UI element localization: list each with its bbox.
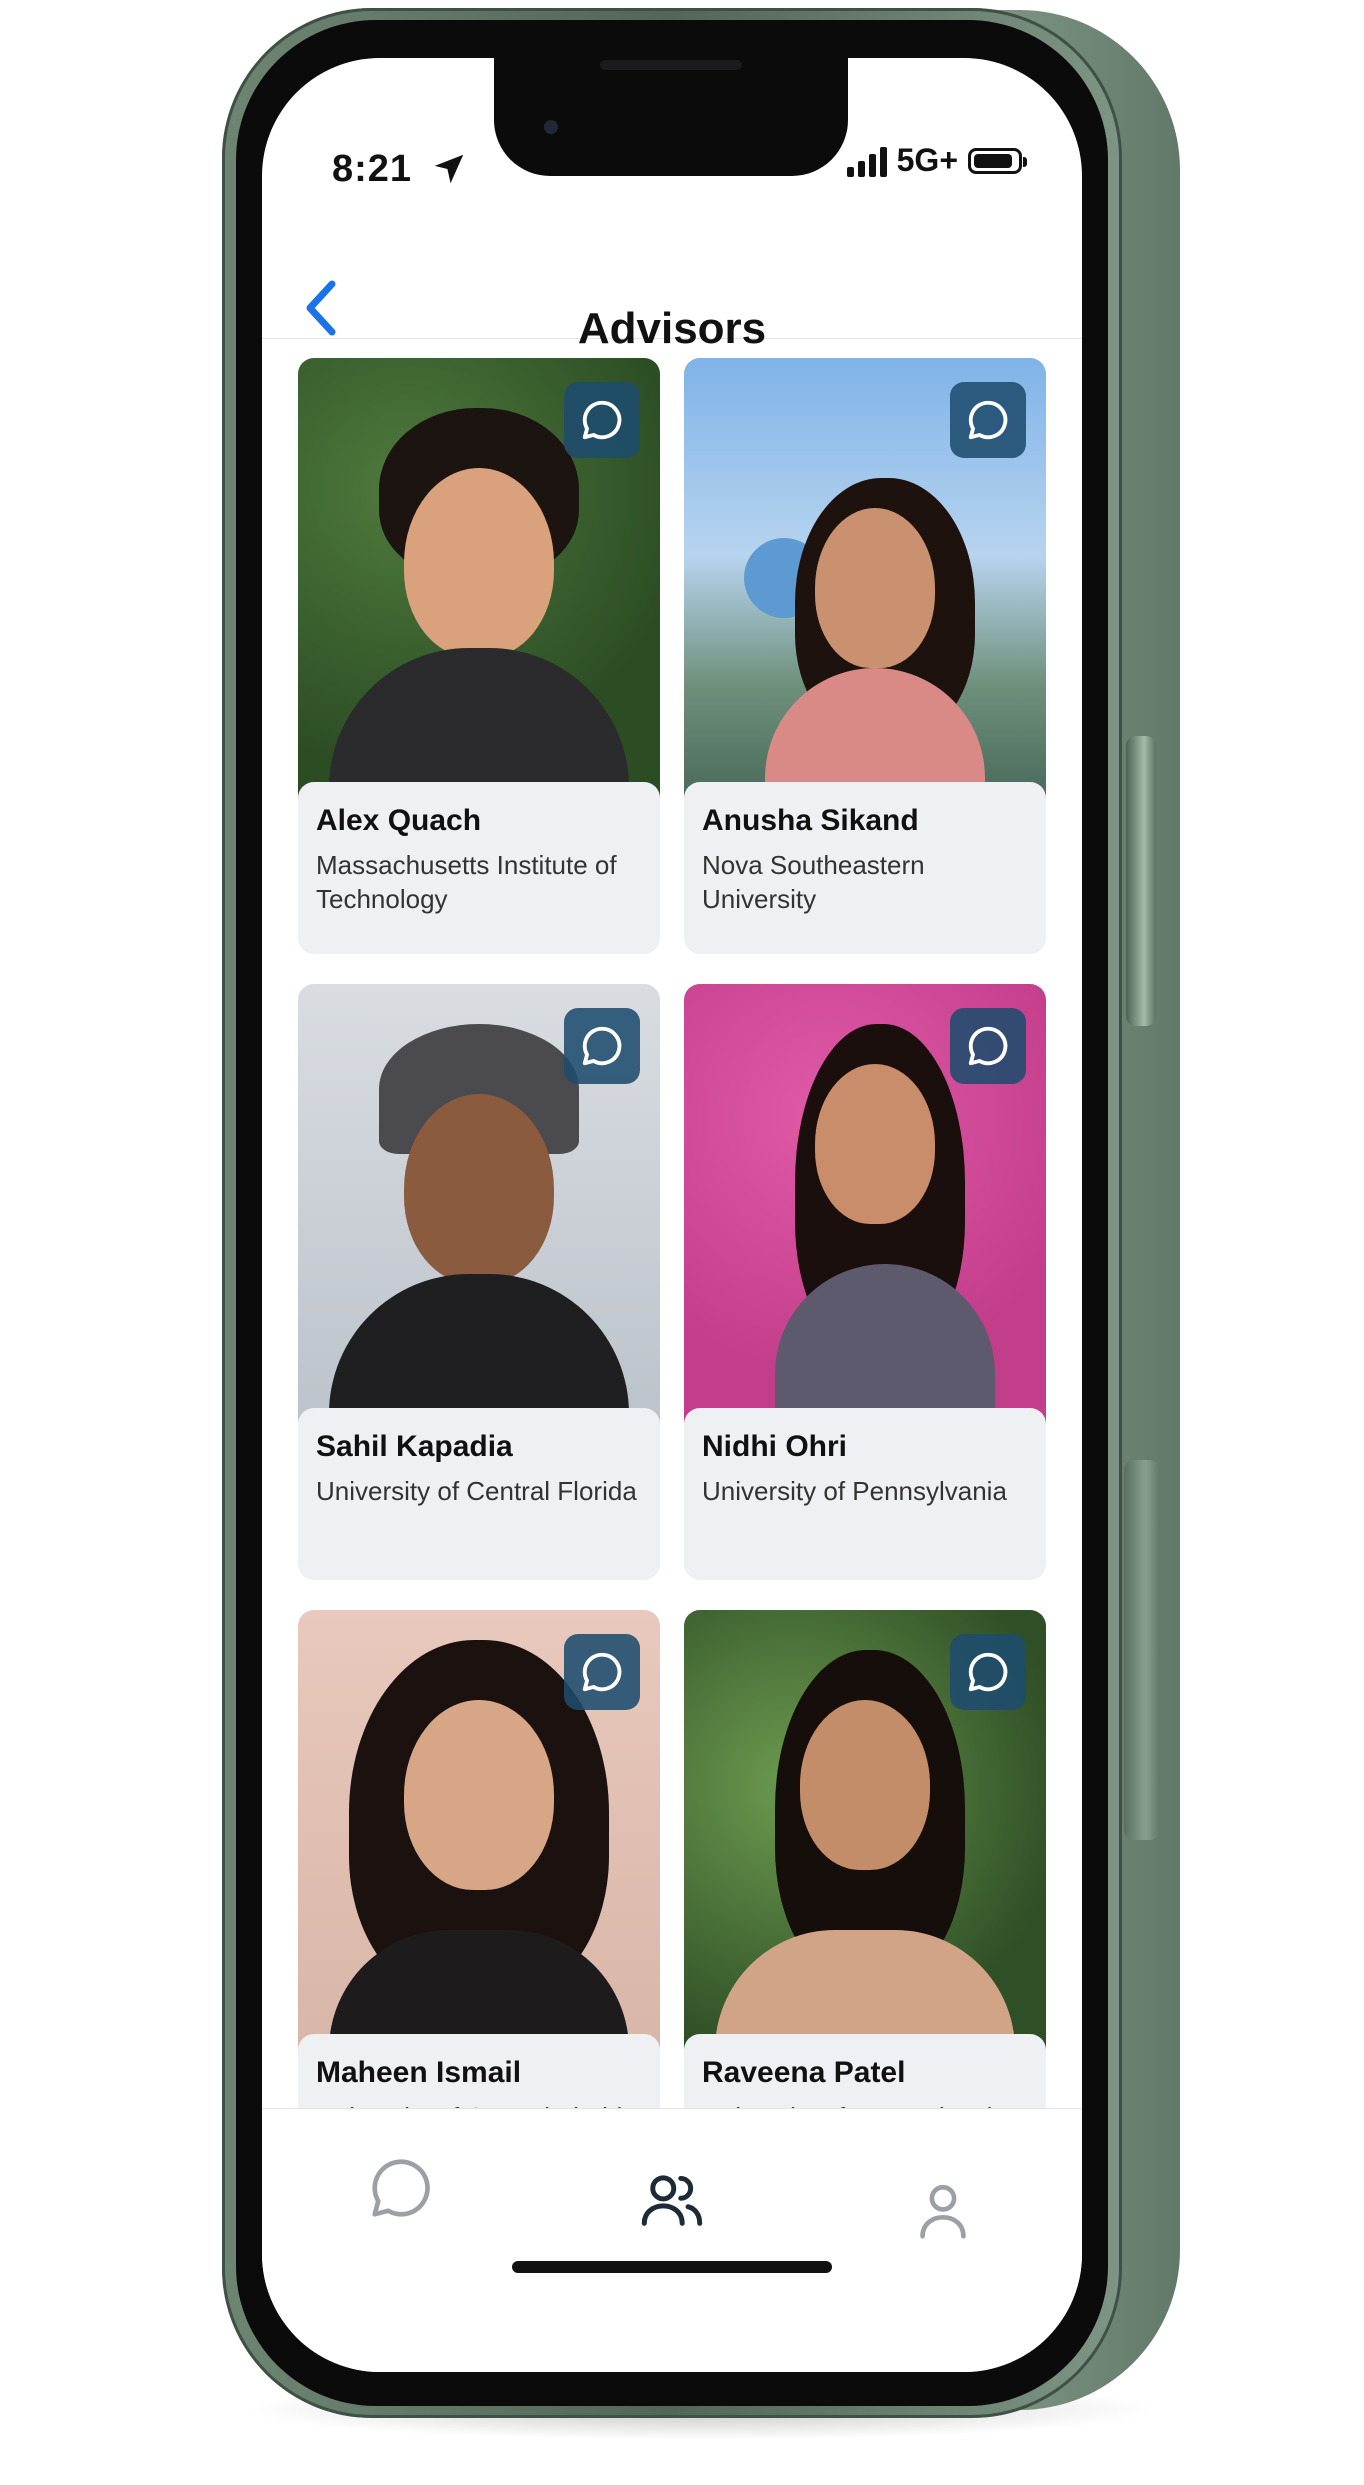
advisor-card[interactable]: Alex Quach Massachusetts Institute of Te… bbox=[298, 358, 660, 954]
advisor-name: Sahil Kapadia bbox=[316, 1430, 513, 1463]
chat-bubble-icon bbox=[968, 1652, 1008, 1692]
chat-bubble-icon bbox=[968, 400, 1008, 440]
advisor-school: Nova Southeastern University bbox=[702, 850, 925, 914]
advisor-school: University of Pennsylvania bbox=[702, 1476, 1007, 1506]
status-indicators: 5G+ bbox=[846, 142, 1027, 179]
network-type: 5G+ bbox=[896, 142, 958, 178]
advisor-school: University of Central Florida bbox=[316, 1476, 637, 1506]
front-camera bbox=[544, 120, 558, 134]
person-icon[interactable] bbox=[908, 2175, 978, 2245]
tab-bar bbox=[262, 2108, 1082, 2372]
cellular-signal-icon bbox=[846, 145, 887, 177]
advisor-name: Raveena Patel bbox=[702, 2056, 906, 2089]
message-button[interactable] bbox=[950, 1008, 1026, 1084]
page-title: Advisors bbox=[577, 304, 767, 353]
notch bbox=[494, 58, 848, 176]
message-button[interactable] bbox=[564, 1634, 640, 1710]
advisor-card[interactable]: Nidhi Ohri University of Pennsylvania bbox=[684, 984, 1046, 1580]
message-button[interactable] bbox=[564, 382, 640, 458]
location-arrow-icon bbox=[434, 154, 464, 184]
message-button[interactable] bbox=[950, 1634, 1026, 1710]
speaker-grille bbox=[600, 60, 742, 70]
advisor-grid: Alex Quach Massachusetts Institute of Te… bbox=[298, 358, 1046, 2206]
advisor-info: Alex Quach Massachusetts Institute of Te… bbox=[298, 782, 660, 954]
advisor-card[interactable]: Anusha Sikand Nova Southeastern Universi… bbox=[684, 358, 1046, 954]
advisor-name: Anusha Sikand bbox=[702, 804, 919, 837]
side-button-lower bbox=[1124, 1460, 1160, 1840]
advisor-name: Maheen Ismail bbox=[316, 2056, 522, 2089]
advisor-info: Nidhi Ohri University of Pennsylvania bbox=[684, 1408, 1046, 1580]
message-button[interactable] bbox=[564, 1008, 640, 1084]
device-mockup: 8:21 5G+ Advisors Alex Quach Massachuset… bbox=[0, 0, 1364, 2485]
navigation-bar: Advisors bbox=[262, 218, 1082, 353]
advisor-name: Nidhi Ohri bbox=[702, 1430, 847, 1463]
side-button bbox=[1126, 736, 1156, 1026]
chat-bubble-icon[interactable] bbox=[366, 2153, 436, 2223]
chat-bubble-icon bbox=[582, 1652, 622, 1692]
advisor-info: Anusha Sikand Nova Southeastern Universi… bbox=[684, 782, 1046, 954]
advisor-name: Alex Quach bbox=[316, 804, 482, 837]
app-screen: 8:21 5G+ Advisors Alex Quach Massachuset… bbox=[262, 58, 1082, 2372]
status-time: 8:21 bbox=[332, 148, 413, 190]
advisor-card[interactable]: Sahil Kapadia University of Central Flor… bbox=[298, 984, 660, 1580]
chat-bubble-icon bbox=[968, 1026, 1008, 1066]
people-icon[interactable] bbox=[637, 2165, 707, 2235]
advisor-school: Massachusetts Institute of Technology bbox=[316, 850, 617, 914]
home-indicator[interactable] bbox=[512, 2261, 832, 2273]
message-button[interactable] bbox=[950, 382, 1026, 458]
chat-bubble-icon bbox=[582, 1026, 622, 1066]
advisor-info: Sahil Kapadia University of Central Flor… bbox=[298, 1408, 660, 1580]
chat-bubble-icon bbox=[582, 400, 622, 440]
battery-icon bbox=[968, 147, 1027, 174]
